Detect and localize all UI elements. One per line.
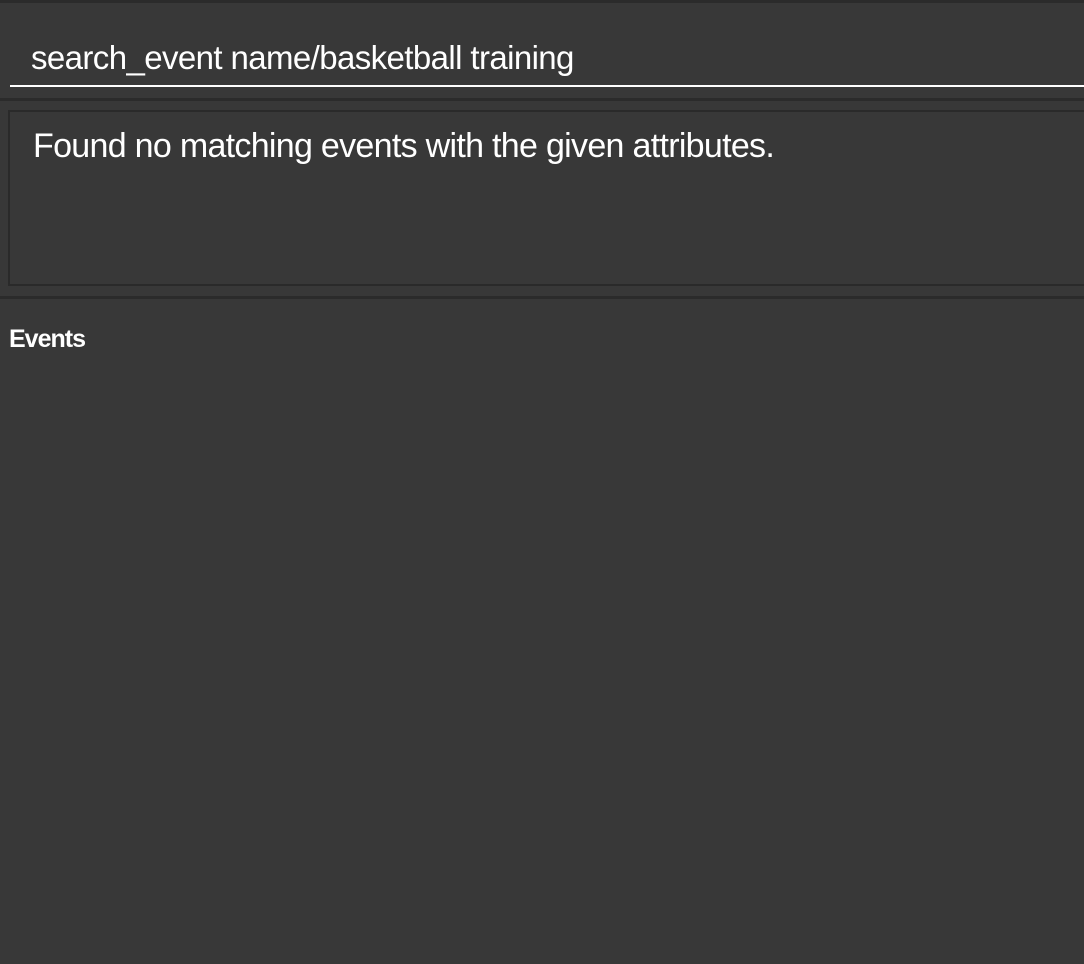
result-message: Found no matching events with the given … <box>33 127 775 165</box>
event-list[interactable] <box>0 362 1084 964</box>
divider <box>0 98 1084 101</box>
event-list-title: Events <box>9 325 86 353</box>
divider <box>0 296 1084 299</box>
app-window: Found no matching events with the given … <box>0 0 1084 964</box>
command-box-pane <box>0 0 1084 98</box>
command-input[interactable] <box>10 5 1084 87</box>
result-display: Found no matching events with the given … <box>8 110 1084 286</box>
